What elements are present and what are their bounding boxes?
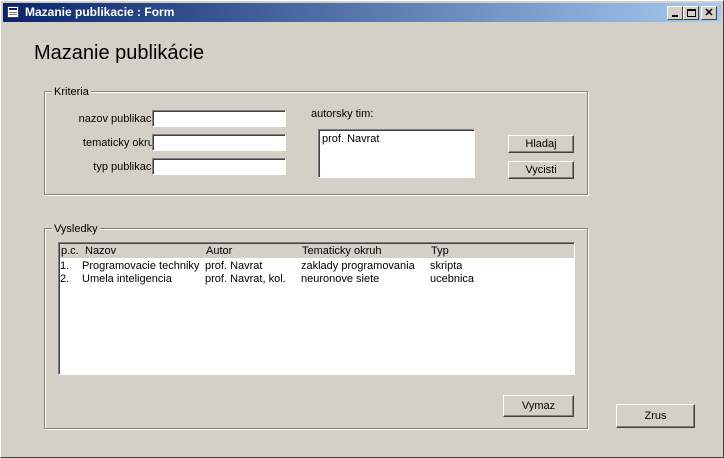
close-window-button[interactable]: ✕: [701, 6, 717, 20]
column-header-autor: Autor: [206, 245, 233, 257]
row-okruh: zaklady programovania: [301, 260, 415, 272]
nazov-label: nazov publikacie:: [78, 113, 163, 125]
row-nazov: Umela inteligencia: [82, 273, 172, 285]
form-icon[interactable]: [7, 6, 19, 18]
cancel-button[interactable]: Zrus: [616, 404, 695, 428]
row-typ: ucebnica: [430, 273, 475, 285]
okruh-input[interactable]: [152, 134, 286, 151]
minimize-button[interactable]: [667, 6, 683, 20]
criteria-legend: Kriteria: [52, 86, 91, 98]
row-okruh: neuronove siete: [301, 273, 380, 285]
results-legend: Vysledky: [52, 223, 100, 235]
okruh-label: tematicky okruh:: [82, 137, 163, 149]
row-autor: prof. Navrat, kol.: [205, 273, 286, 285]
results-listbox[interactable]: p.c. Nazov Autor Tematicky okruh Typ 1. …: [58, 242, 575, 375]
column-header-okruh: Tematicky okruh: [302, 245, 382, 257]
form-window: Mazanie publikacie : Form ✕ Mazanie publ…: [0, 0, 724, 458]
row-pc: 2.: [60, 273, 70, 285]
minimize-icon: [672, 15, 678, 17]
row-pc: 1.: [60, 260, 70, 272]
column-header-nazov: Nazov: [85, 245, 117, 257]
maximize-icon: [687, 9, 696, 17]
column-header-pc: p.c.: [61, 245, 79, 257]
team-label: autorsky tim:: [311, 108, 374, 120]
team-item[interactable]: prof. Navrat: [322, 133, 379, 146]
page-title: Mazanie publikácie: [34, 42, 205, 64]
clear-button[interactable]: Vycisti: [508, 161, 574, 179]
typ-label: typ publikacie:: [93, 161, 163, 173]
maximize-button[interactable]: [683, 6, 699, 20]
row-typ: skripta: [430, 260, 463, 272]
typ-input[interactable]: [152, 158, 286, 175]
window-title: Mazanie publikacie : Form: [25, 5, 175, 19]
row-nazov: Programovacie techniky: [82, 260, 200, 272]
search-button[interactable]: Hladaj: [508, 135, 574, 153]
close-icon: ✕: [704, 7, 714, 19]
row-autor: prof. Navrat: [205, 260, 263, 272]
team-listbox[interactable]: prof. Navrat: [318, 129, 475, 178]
column-header-typ: Typ: [431, 245, 449, 257]
delete-button[interactable]: Vymaz: [503, 395, 574, 417]
results-header: p.c. Nazov Autor Tematicky okruh Typ: [60, 244, 574, 258]
title-bar[interactable]: Mazanie publikacie : Form ✕: [3, 3, 721, 22]
nazov-input[interactable]: [152, 110, 286, 127]
